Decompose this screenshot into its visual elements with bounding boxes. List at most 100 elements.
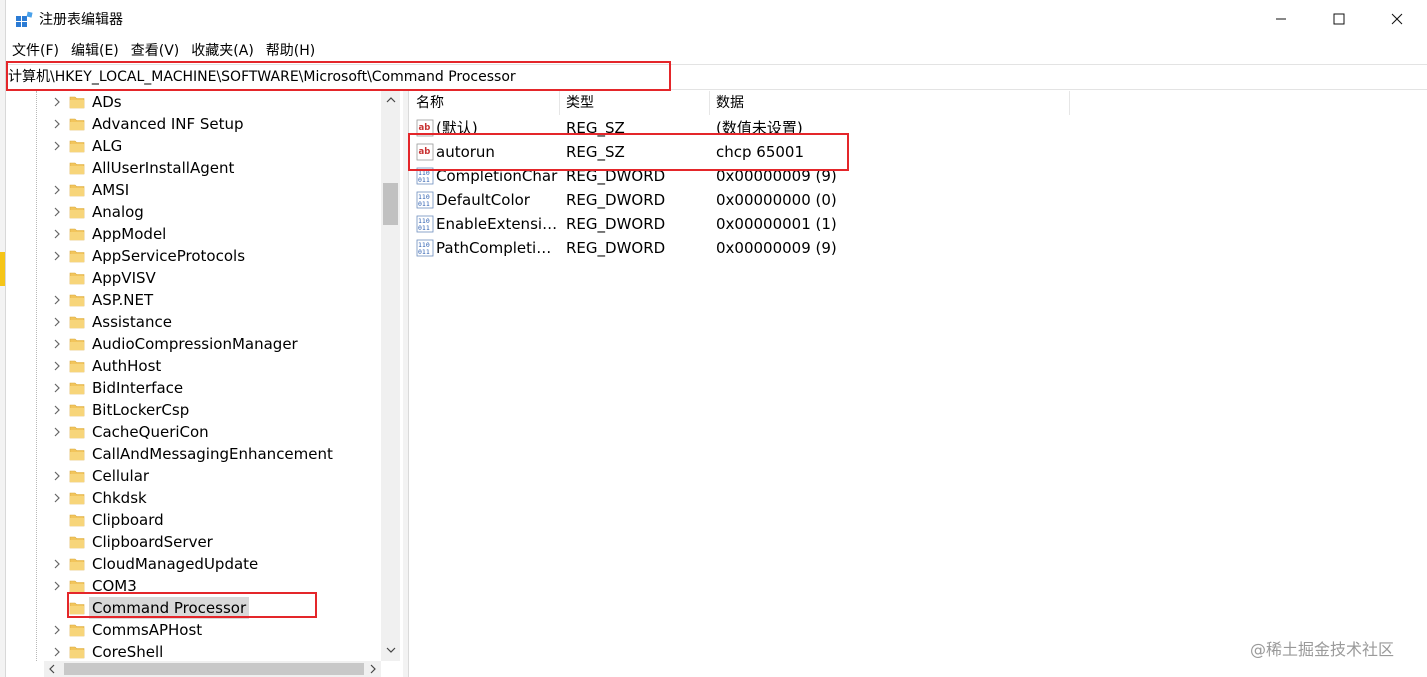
tree-item-label[interactable]: ClipboardServer	[92, 531, 213, 553]
tree-item[interactable]: ALG	[6, 135, 381, 157]
tree-item-label[interactable]: AppServiceProtocols	[92, 245, 245, 267]
column-header-type[interactable]: 类型	[560, 91, 710, 115]
tree-item[interactable]: CommsAPHost	[6, 619, 381, 641]
tree-item-label[interactable]: Advanced INF Setup	[92, 113, 244, 135]
tree-item-label[interactable]: Assistance	[92, 311, 172, 333]
values-list[interactable]: 名称 类型 数据 ab (默认) REG_SZ (数值未设置) ab autorun REG…	[410, 91, 1427, 677]
chevron-right-icon[interactable]	[51, 359, 63, 373]
tree-item[interactable]: BitLockerCsp	[6, 399, 381, 421]
tree-item-label[interactable]: AuthHost	[92, 355, 161, 377]
tree-item-label[interactable]: AppModel	[92, 223, 166, 245]
tree-item-label[interactable]: AudioCompressionManager	[92, 333, 298, 355]
chevron-right-icon[interactable]	[51, 293, 63, 307]
tree-item[interactable]: CallAndMessagingEnhancement	[6, 443, 381, 465]
tree-item-label[interactable]: AMSI	[92, 179, 129, 201]
value-row[interactable]: 110 011 DefaultColor REG_DWORD 0x00000000 (0…	[410, 188, 1110, 212]
menu-edit[interactable]: 编辑(E)	[65, 40, 125, 62]
key-tree[interactable]: ADs Advanced INF Setup ALG AllUserInstallAg…	[6, 91, 403, 661]
tree-hscroll-thumb[interactable]	[64, 663, 364, 675]
tree-item-label[interactable]: Clipboard	[92, 509, 164, 531]
tree-scroll-thumb[interactable]	[383, 183, 398, 225]
chevron-right-icon[interactable]	[51, 95, 63, 109]
tree-item[interactable]: Cellular	[6, 465, 381, 487]
tree-item[interactable]: CacheQueriCon	[6, 421, 381, 443]
tree-item-label[interactable]: CoreShell	[92, 641, 163, 661]
column-header-name[interactable]: 名称	[410, 91, 560, 115]
tree-item[interactable]: ClipboardServer	[6, 531, 381, 553]
value-row[interactable]: 110 011 EnableExtensio... REG_DWORD 0x000000…	[410, 212, 1110, 236]
tree-item[interactable]: ADs	[6, 91, 381, 113]
close-button[interactable]	[1368, 0, 1426, 38]
tree-item-label[interactable]: Chkdsk	[92, 487, 147, 509]
tree-item[interactable]: AudioCompressionManager	[6, 333, 381, 355]
tree-item-label[interactable]: ALG	[92, 135, 122, 157]
scroll-right-arrow-icon[interactable]	[365, 661, 381, 677]
address-bar[interactable]: 计算机\HKEY_LOCAL_MACHINE\SOFTWARE\Microsof…	[6, 64, 1427, 90]
chevron-right-icon[interactable]	[51, 315, 63, 329]
chevron-right-icon[interactable]	[51, 425, 63, 439]
chevron-right-icon[interactable]	[51, 337, 63, 351]
tree-item[interactable]: Advanced INF Setup	[6, 113, 381, 135]
chevron-right-icon[interactable]	[51, 491, 63, 505]
tree-item-label[interactable]: Cellular	[92, 465, 149, 487]
tree-item-label[interactable]: CallAndMessagingEnhancement	[92, 443, 333, 465]
chevron-right-icon[interactable]	[51, 645, 63, 659]
tree-horizontal-scrollbar[interactable]	[44, 661, 381, 677]
menu-favorites[interactable]: 收藏夹(A)	[185, 40, 260, 62]
chevron-right-icon[interactable]	[51, 579, 63, 593]
tree-item-label[interactable]: BitLockerCsp	[92, 399, 189, 421]
tree-item[interactable]: AllUserInstallAgent	[6, 157, 381, 179]
tree-item[interactable]: AppModel	[6, 223, 381, 245]
menu-file[interactable]: 文件(F)	[6, 40, 65, 62]
chevron-right-icon[interactable]	[51, 139, 63, 153]
tree-item-label[interactable]: CommsAPHost	[92, 619, 202, 641]
tree-item[interactable]: AppVISV	[6, 267, 381, 289]
tree-item[interactable]: Clipboard	[6, 509, 381, 531]
chevron-right-icon[interactable]	[51, 381, 63, 395]
tree-item[interactable]: AMSI	[6, 179, 381, 201]
chevron-right-icon[interactable]	[51, 623, 63, 637]
chevron-right-icon[interactable]	[51, 249, 63, 263]
tree-item[interactable]: Assistance	[6, 311, 381, 333]
tree-item-label[interactable]: BidInterface	[92, 377, 183, 399]
tree-item[interactable]: AuthHost	[6, 355, 381, 377]
tree-item-label[interactable]: ASP.NET	[92, 289, 153, 311]
chevron-right-icon[interactable]	[51, 205, 63, 219]
value-row[interactable]: 110 011 CompletionChar REG_DWORD 0x00000009 …	[410, 164, 1110, 188]
chevron-right-icon[interactable]	[51, 469, 63, 483]
maximize-button[interactable]	[1310, 0, 1368, 38]
tree-item-label[interactable]: Command Processor	[89, 597, 250, 619]
column-header-data[interactable]: 数据	[710, 91, 1070, 115]
tree-item[interactable]: BidInterface	[6, 377, 381, 399]
tree-item[interactable]: ASP.NET	[6, 289, 381, 311]
tree-item[interactable]: Chkdsk	[6, 487, 381, 509]
chevron-right-icon[interactable]	[51, 227, 63, 241]
tree-item[interactable]: CloudManagedUpdate	[6, 553, 381, 575]
pane-splitter[interactable]	[403, 91, 409, 677]
tree-item-label[interactable]: AllUserInstallAgent	[92, 157, 234, 179]
address-path[interactable]: 计算机\HKEY_LOCAL_MACHINE\SOFTWARE\Microsof…	[8, 67, 516, 87]
tree-item-label[interactable]: Analog	[92, 201, 144, 223]
chevron-right-icon[interactable]	[51, 117, 63, 131]
menu-view[interactable]: 查看(V)	[125, 40, 186, 62]
chevron-right-icon[interactable]	[51, 557, 63, 571]
tree-item[interactable]: COM3	[6, 575, 381, 597]
tree-item-selected[interactable]: Command Processor	[6, 597, 381, 619]
tree-vertical-scrollbar[interactable]	[381, 91, 400, 661]
value-row[interactable]: ab (默认) REG_SZ (数值未设置)	[410, 116, 1110, 140]
menu-help[interactable]: 帮助(H)	[260, 40, 321, 62]
tree-item-label[interactable]: COM3	[92, 575, 137, 597]
value-row[interactable]: ab autorun REG_SZ chcp 65001	[410, 140, 1110, 164]
tree-item[interactable]: Analog	[6, 201, 381, 223]
value-row[interactable]: 110 011 PathCompletio... REG_DWORD 0x0000000…	[410, 236, 1110, 260]
chevron-right-icon[interactable]	[51, 183, 63, 197]
tree-item-label[interactable]: CacheQueriCon	[92, 421, 209, 443]
scroll-down-arrow-icon[interactable]	[381, 641, 400, 659]
tree-item-label[interactable]: ADs	[92, 91, 122, 113]
scroll-up-arrow-icon[interactable]	[381, 91, 400, 109]
tree-item[interactable]: AppServiceProtocols	[6, 245, 381, 267]
chevron-right-icon[interactable]	[51, 403, 63, 417]
tree-item-label[interactable]: CloudManagedUpdate	[92, 553, 258, 575]
tree-item[interactable]: CoreShell	[6, 641, 381, 661]
tree-item-label[interactable]: AppVISV	[92, 267, 156, 289]
